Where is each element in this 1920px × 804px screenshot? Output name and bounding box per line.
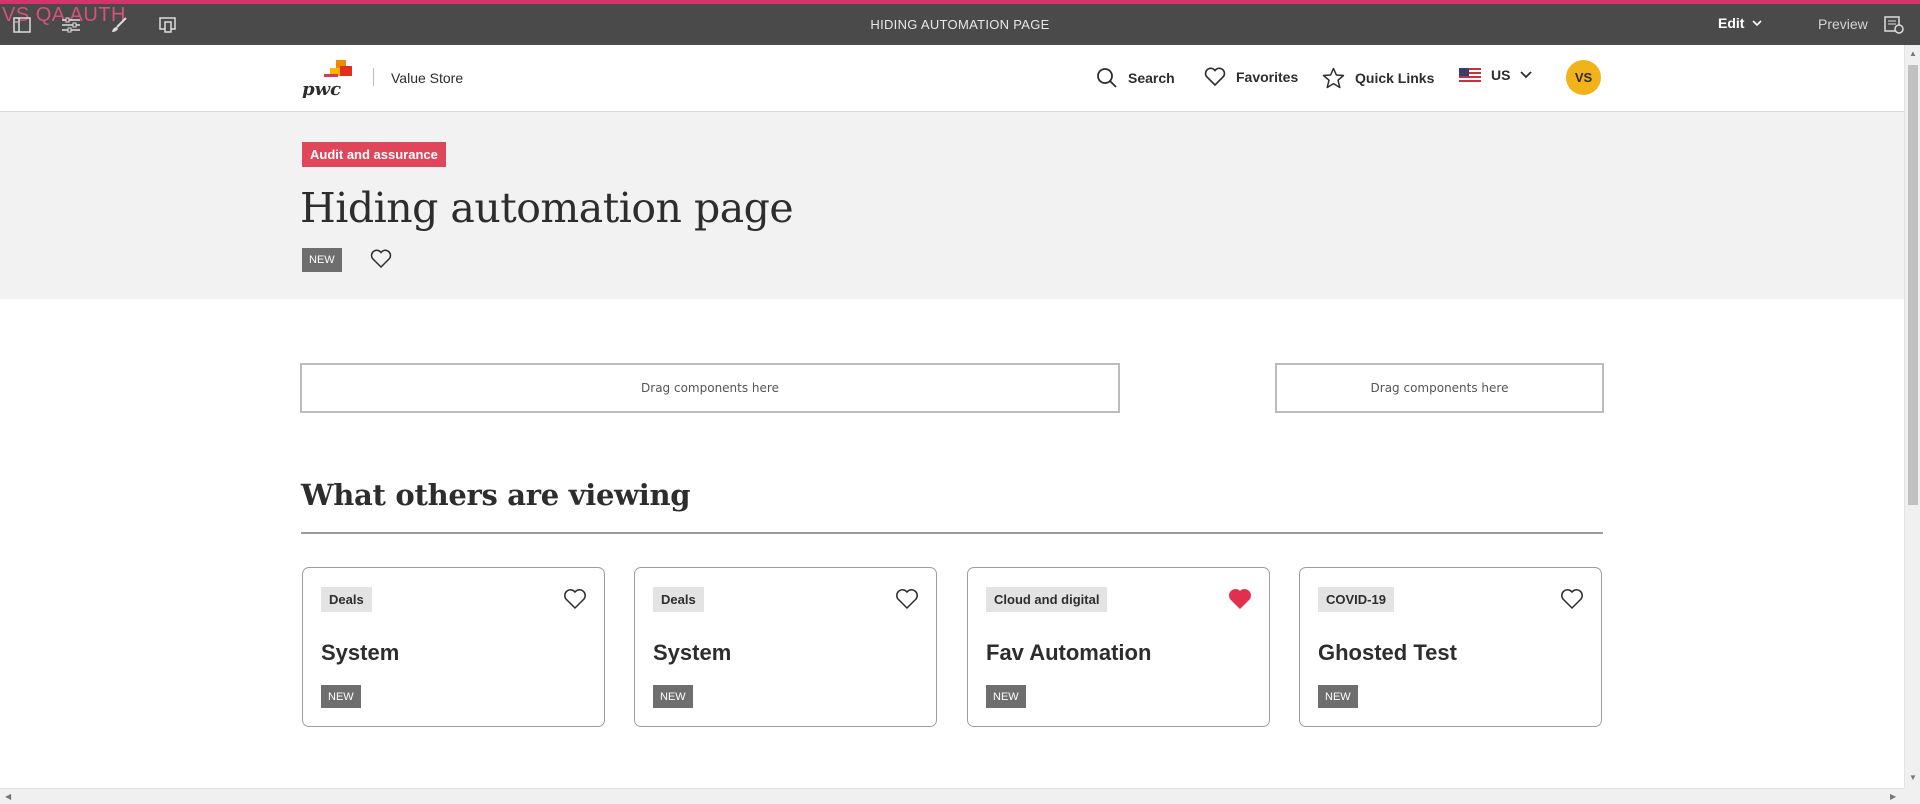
new-badge: NEW (653, 685, 693, 708)
preview-button[interactable]: Preview (1818, 16, 1868, 32)
heart-icon[interactable] (895, 588, 919, 615)
page-info-icon[interactable] (1884, 16, 1904, 39)
region-selector[interactable]: US (1459, 67, 1533, 83)
page-title: Hiding automation page (300, 184, 794, 232)
header-divider (373, 68, 374, 86)
section-title: What others are viewing (301, 478, 691, 512)
content-card[interactable]: COVID-19 Ghosted Test NEW (1299, 567, 1602, 727)
edit-label: Edit (1718, 15, 1745, 31)
scroll-up-icon[interactable]: ▲ (1909, 49, 1917, 58)
chevron-down-icon (1520, 71, 1533, 79)
content-card[interactable]: Cloud and digital Fav Automation NEW (967, 567, 1270, 727)
content-card[interactable]: Deals System NEW (634, 567, 937, 727)
component-dropzone[interactable]: Drag components here (300, 363, 1120, 413)
card-title: System (653, 640, 732, 665)
new-badge: NEW (1318, 685, 1358, 708)
heart-filled-icon[interactable] (1228, 588, 1252, 615)
user-avatar[interactable]: VS (1566, 60, 1601, 95)
card-title: Fav Automation (986, 640, 1152, 665)
search-link[interactable]: Search (1096, 67, 1175, 89)
component-dropzone[interactable]: Drag components here (1275, 363, 1604, 413)
content-card[interactable]: Deals System NEW (302, 567, 605, 727)
scrollbar-corner (1904, 788, 1920, 804)
card-tag[interactable]: Deals (653, 587, 704, 612)
new-badge: NEW (986, 685, 1026, 708)
vertical-scrollbar[interactable]: ▲ ▼ (1904, 45, 1920, 788)
edit-mode-button[interactable]: Edit (1718, 15, 1763, 31)
card-tag[interactable]: Cloud and digital (986, 587, 1108, 612)
search-icon (1097, 68, 1117, 88)
card-tag[interactable]: COVID-19 (1318, 587, 1394, 612)
logo-text: pwc (302, 79, 341, 98)
brand-name[interactable]: Value Store (391, 70, 463, 86)
search-label: Search (1128, 70, 1175, 86)
quick-links-link[interactable]: Quick Links (1322, 67, 1434, 89)
heart-icon[interactable] (1560, 588, 1584, 615)
site-header: pwc Value Store Search Favorites Quick L… (0, 45, 1904, 112)
scroll-right-icon[interactable]: ▶ (1890, 792, 1896, 801)
section-divider (301, 532, 1603, 534)
quick-links-label: Quick Links (1355, 70, 1435, 86)
star-icon (1322, 67, 1345, 89)
editor-toolbar: VS QA AUTH HIDING AUTOMATION PAGE Edit P… (0, 0, 1920, 45)
category-tag[interactable]: Audit and assurance (302, 142, 446, 167)
pwc-logo[interactable]: pwc (302, 58, 354, 100)
new-badge: NEW (302, 248, 342, 272)
favorite-heart-icon[interactable] (370, 249, 392, 274)
horizontal-scrollbar[interactable]: ◀ ▶ (0, 788, 1904, 804)
us-flag-icon (1459, 68, 1481, 82)
chevron-down-icon (1752, 19, 1763, 26)
scrollbar-thumb[interactable] (1908, 65, 1918, 505)
page-hero: Audit and assurance Hiding automation pa… (0, 112, 1904, 299)
new-badge: NEW (321, 685, 361, 708)
favorites-label: Favorites (1236, 69, 1299, 85)
card-title: System (321, 640, 400, 665)
scroll-left-icon[interactable]: ◀ (5, 792, 11, 801)
card-tag[interactable]: Deals (321, 587, 372, 612)
heart-icon (1204, 67, 1226, 87)
editor-page-title: HIDING AUTOMATION PAGE (870, 17, 1050, 32)
favorites-link[interactable]: Favorites (1204, 67, 1298, 87)
heart-icon[interactable] (563, 588, 587, 615)
region-label: US (1491, 67, 1511, 83)
scroll-down-icon[interactable]: ▼ (1909, 773, 1917, 782)
card-title: Ghosted Test (1318, 640, 1457, 665)
